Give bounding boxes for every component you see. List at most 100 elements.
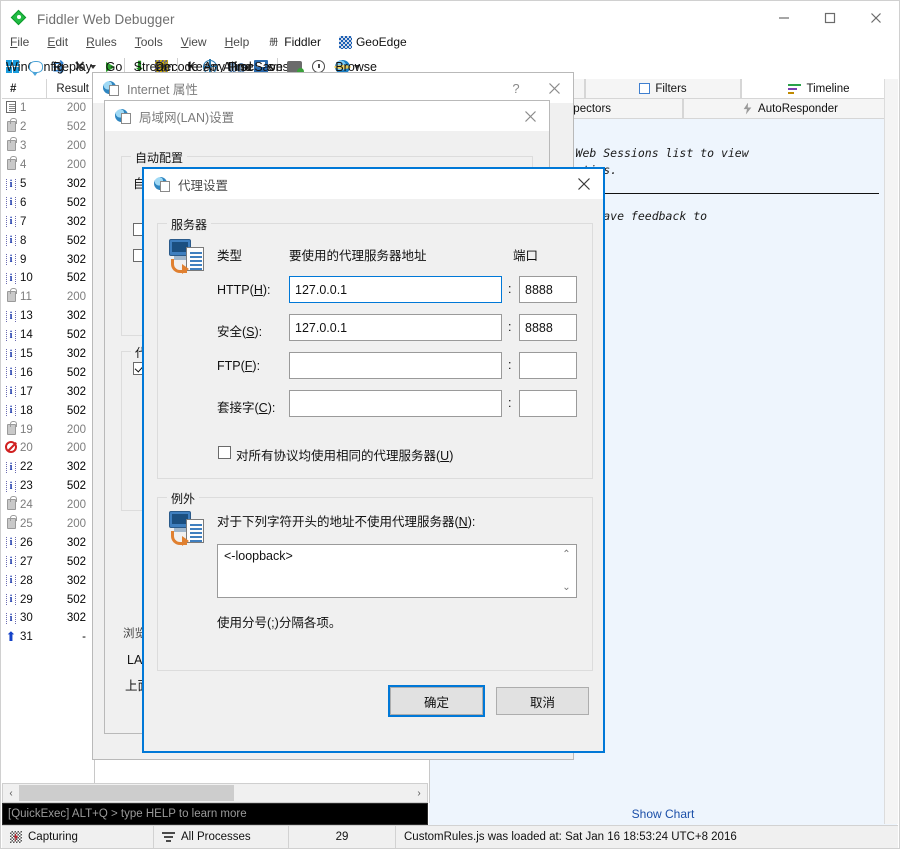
session-row[interactable]: i 28 302 <box>2 571 94 590</box>
menu-rules[interactable]: Rules <box>77 31 126 53</box>
session-row[interactable]: 1 200 <box>2 99 94 118</box>
tab-timeline[interactable]: Timeline <box>741 79 897 99</box>
session-row[interactable]: i 27 502 <box>2 552 94 571</box>
menu-edit[interactable]: Edit <box>38 31 77 53</box>
proxy-cancel-button[interactable]: 取消 <box>496 687 589 715</box>
session-row[interactable]: 2 502 <box>2 118 94 137</box>
proxy-settings-close-button[interactable] <box>565 169 603 199</box>
session-icon-cell: i <box>2 235 20 247</box>
web-sessions-list[interactable]: # Result 1 200 2 502 3 200 4 200 i 5 302 i 6 502 i 7 302… <box>2 78 95 783</box>
session-row[interactable]: ⬆ 31 - <box>2 628 94 647</box>
session-row[interactable]: i 15 302 <box>2 345 94 364</box>
session-row[interactable]: 3 200 <box>2 137 94 156</box>
proxy-ok-button[interactable]: 确定 <box>390 687 483 715</box>
proxy-same-for-all-checkbox[interactable] <box>218 446 231 459</box>
session-row[interactable]: 25 200 <box>2 515 94 534</box>
proxy-exceptions-textarea[interactable]: <-loopback> ⌃ ⌄ <box>217 544 577 598</box>
internet-properties-title: Internet 属性 <box>127 82 198 97</box>
scroll-down-icon[interactable]: ⌄ <box>562 582 570 593</box>
maximize-button[interactable] <box>807 1 853 35</box>
session-number: 5 <box>20 178 27 190</box>
session-icon-cell: i <box>2 254 20 266</box>
menu-file[interactable]: File <box>1 31 38 53</box>
session-row[interactable]: i 14 502 <box>2 326 94 345</box>
session-number: 30 <box>20 612 33 625</box>
session-row[interactable]: 20 200 <box>2 439 94 458</box>
menu-geoedge[interactable]: GeoEdge <box>330 31 416 53</box>
tab-autoresponder[interactable]: AutoResponder <box>683 99 897 119</box>
help-button[interactable]: ? <box>497 73 535 103</box>
internet-properties-close-button[interactable] <box>535 73 573 103</box>
session-row[interactable]: i 30 302 <box>2 609 94 628</box>
status-capturing[interactable]: Capturing <box>2 825 154 848</box>
session-icon-cell: i <box>2 537 20 549</box>
session-row[interactable]: i 23 502 <box>2 477 94 496</box>
lock-icon <box>6 118 17 133</box>
proxy-secure-port-input[interactable] <box>519 314 577 341</box>
session-row[interactable]: i 17 302 <box>2 382 94 401</box>
session-row[interactable]: i 5 302 <box>2 175 94 194</box>
quickexec-box[interactable]: [QuickExec] ALT+Q > type HELP to learn m… <box>2 803 428 825</box>
toolbar-save-label: Save <box>254 59 283 74</box>
proxy-socks-port-input[interactable] <box>519 390 577 417</box>
column-header-index[interactable]: # <box>2 83 46 95</box>
session-row[interactable]: i 9 302 <box>2 250 94 269</box>
session-icon-cell: i <box>2 216 20 228</box>
menu-fiddler-plugin[interactable]: 册 Fiddler <box>258 31 330 53</box>
session-number: 19 <box>20 423 33 436</box>
info-icon: i <box>5 310 17 322</box>
minimize-button[interactable] <box>761 1 807 35</box>
scroll-up-icon[interactable]: ⌃ <box>562 549 570 560</box>
session-row[interactable]: 4 200 <box>2 156 94 175</box>
menu-view[interactable]: View <box>172 31 216 53</box>
session-row[interactable]: i 26 302 <box>2 533 94 552</box>
session-row[interactable]: 11 200 <box>2 288 94 307</box>
geoedge-icon <box>338 35 352 49</box>
menu-tools[interactable]: Tools <box>126 31 172 53</box>
sessions-horizontal-scrollbar[interactable]: ‹ › <box>2 783 428 803</box>
proxy-ftp-address-input[interactable] <box>289 352 502 379</box>
menu-help[interactable]: Help <box>216 31 259 53</box>
proxy-socks-colon: : <box>508 396 512 410</box>
session-row[interactable]: i 7 302 <box>2 212 94 231</box>
info-icon: i <box>5 216 17 228</box>
tab-filters[interactable]: Filters <box>585 79 741 99</box>
proxy-exceptions-scrollbar[interactable]: ⌃ ⌄ <box>558 546 575 596</box>
session-row[interactable]: i 29 502 <box>2 590 94 609</box>
session-row[interactable]: 24 200 <box>2 496 94 515</box>
session-row[interactable]: i 16 502 <box>2 363 94 382</box>
proxy-http-port-input[interactable] <box>519 276 577 303</box>
session-number: 3 <box>20 140 27 153</box>
session-icon-cell: i <box>2 310 20 322</box>
scroll-right-icon[interactable]: › <box>411 788 427 799</box>
session-row[interactable]: i 18 502 <box>2 401 94 420</box>
filter-icon <box>639 83 651 94</box>
right-vertical-scrollbar[interactable] <box>884 79 898 824</box>
session-row[interactable]: i 8 502 <box>2 231 94 250</box>
scroll-track[interactable] <box>19 785 411 801</box>
session-result: 200 <box>66 442 86 455</box>
proxy-secure-address-input[interactable] <box>289 314 502 341</box>
session-row[interactable]: i 13 302 <box>2 307 94 326</box>
status-processes[interactable]: All Processes <box>154 825 289 848</box>
lan-settings-icon <box>115 108 131 124</box>
session-row[interactable]: i 22 302 <box>2 458 94 477</box>
scroll-left-icon[interactable]: ‹ <box>3 788 19 799</box>
show-chart-link[interactable]: Show Chart <box>429 803 897 825</box>
session-icon-cell: i <box>2 197 20 209</box>
proxy-socks-address-input[interactable] <box>289 390 502 417</box>
lan-settings-close-button[interactable] <box>511 101 549 131</box>
proxy-http-address-input[interactable] <box>289 276 502 303</box>
scroll-thumb[interactable] <box>19 785 234 801</box>
menu-bar: File Edit Rules Tools View Help 册 Fiddle… <box>1 31 899 53</box>
session-icon-cell: i <box>2 405 20 417</box>
column-header-result[interactable]: Result <box>46 78 94 99</box>
close-button[interactable] <box>853 1 899 35</box>
session-number: 17 <box>20 385 33 398</box>
session-row[interactable]: 19 200 <box>2 420 94 439</box>
proxy-exceptions-icon <box>169 511 207 546</box>
toolbar-winconfig[interactable]: WinConfig <box>1 55 64 79</box>
proxy-ftp-port-input[interactable] <box>519 352 577 379</box>
session-row[interactable]: i 10 502 <box>2 269 94 288</box>
session-row[interactable]: i 6 502 <box>2 193 94 212</box>
